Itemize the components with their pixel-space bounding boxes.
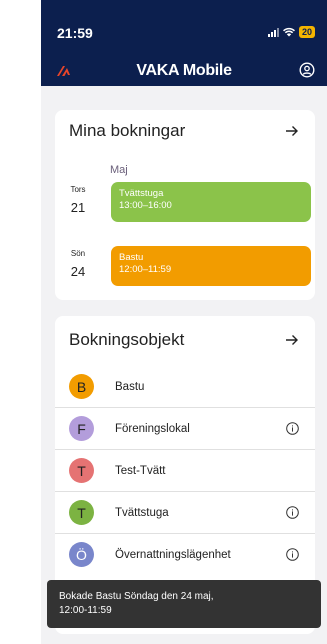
booking-date: Tors 21 [61, 182, 95, 215]
my-bookings-header[interactable]: Mina bokningar [55, 110, 315, 150]
booking-event[interactable]: Bastu 12:00–11:59 [111, 246, 311, 286]
list-item-label: Tvättstuga [115, 506, 169, 519]
list-item-label: Övernattningslägenhet [115, 548, 231, 561]
info-icon[interactable] [286, 422, 299, 435]
info-icon[interactable] [286, 548, 299, 561]
account-icon[interactable] [299, 62, 315, 78]
snackbar: Bokade Bastu Söndag den 24 maj, 12:00-11… [47, 580, 321, 628]
list-item-label: Bastu [115, 380, 145, 393]
list-item-label: Test-Tvätt [115, 464, 166, 477]
my-bookings-title: Mina bokningar [69, 121, 186, 140]
list-item-tvattstuga[interactable]: T Tvättstuga [55, 492, 315, 533]
booking-event[interactable]: Tvättstuga 13:00–16:00 [111, 182, 311, 222]
info-icon[interactable] [286, 506, 299, 519]
arrow-right-icon[interactable] [285, 124, 299, 138]
snackbar-message-line1: Bokade Bastu Söndag den 24 maj, [59, 591, 214, 602]
snackbar-message-line2: 12:00-11:59 [59, 605, 112, 616]
booking-weekday: Tors [70, 185, 86, 194]
avatar: F [69, 416, 94, 441]
booking-objects-title: Bokningsobjekt [69, 329, 185, 349]
list-item-label: Föreningslokal [115, 422, 190, 435]
status-bar: 21:59 20 [41, 0, 327, 60]
booking-weekday: Sön [70, 249, 86, 258]
booking-event-time: 13:00–16:00 [119, 200, 172, 211]
booking-date: Sön 24 [61, 246, 95, 279]
booking-event-name: Bastu [119, 252, 144, 263]
booking-objects-header[interactable]: Bokningsobjekt [55, 316, 315, 361]
avatar: T [69, 500, 94, 525]
arrow-right-icon[interactable] [285, 333, 299, 347]
booking-item[interactable]: Sön 24 Bastu 12:00–11:59 [61, 246, 311, 286]
month-label: Maj [110, 164, 128, 176]
avatar: B [69, 374, 94, 399]
status-time: 21:59 [57, 25, 93, 41]
booking-day-number: 24 [70, 264, 86, 279]
app-bar: VAKA Mobile [41, 58, 327, 86]
signal-icon [267, 27, 279, 37]
booking-objects-list: B Bastu F Föreningslokal T Test-Tvätt T … [55, 366, 315, 575]
battery-icon: 20 [298, 26, 315, 38]
avatar: Ö [69, 542, 94, 567]
booking-event-name: Tvättstuga [119, 188, 164, 199]
avatar: T [69, 458, 94, 483]
list-item-overnattningslagenhet[interactable]: Ö Övernattningslägenhet [55, 534, 315, 575]
booking-day-number: 21 [70, 200, 86, 215]
list-item-foreningslokal[interactable]: F Föreningslokal [55, 408, 315, 449]
booking-item[interactable]: Tors 21 Tvättstuga 13:00–16:00 [61, 182, 311, 222]
list-item-test-tvatt[interactable]: T Test-Tvätt [55, 450, 315, 491]
app-title: VAKA Mobile [136, 62, 232, 79]
status-icons: 20 [267, 26, 315, 38]
wifi-icon [282, 27, 295, 37]
booking-event-time: 12:00–11:59 [119, 264, 172, 275]
list-item-bastu[interactable]: B Bastu [55, 366, 315, 407]
phone-screen: 21:59 20 VAKA Mobile Mina bokningar Maj … [41, 0, 327, 644]
my-bookings-card: Mina bokningar Maj Tors 21 Tvättstuga 13… [55, 110, 315, 300]
